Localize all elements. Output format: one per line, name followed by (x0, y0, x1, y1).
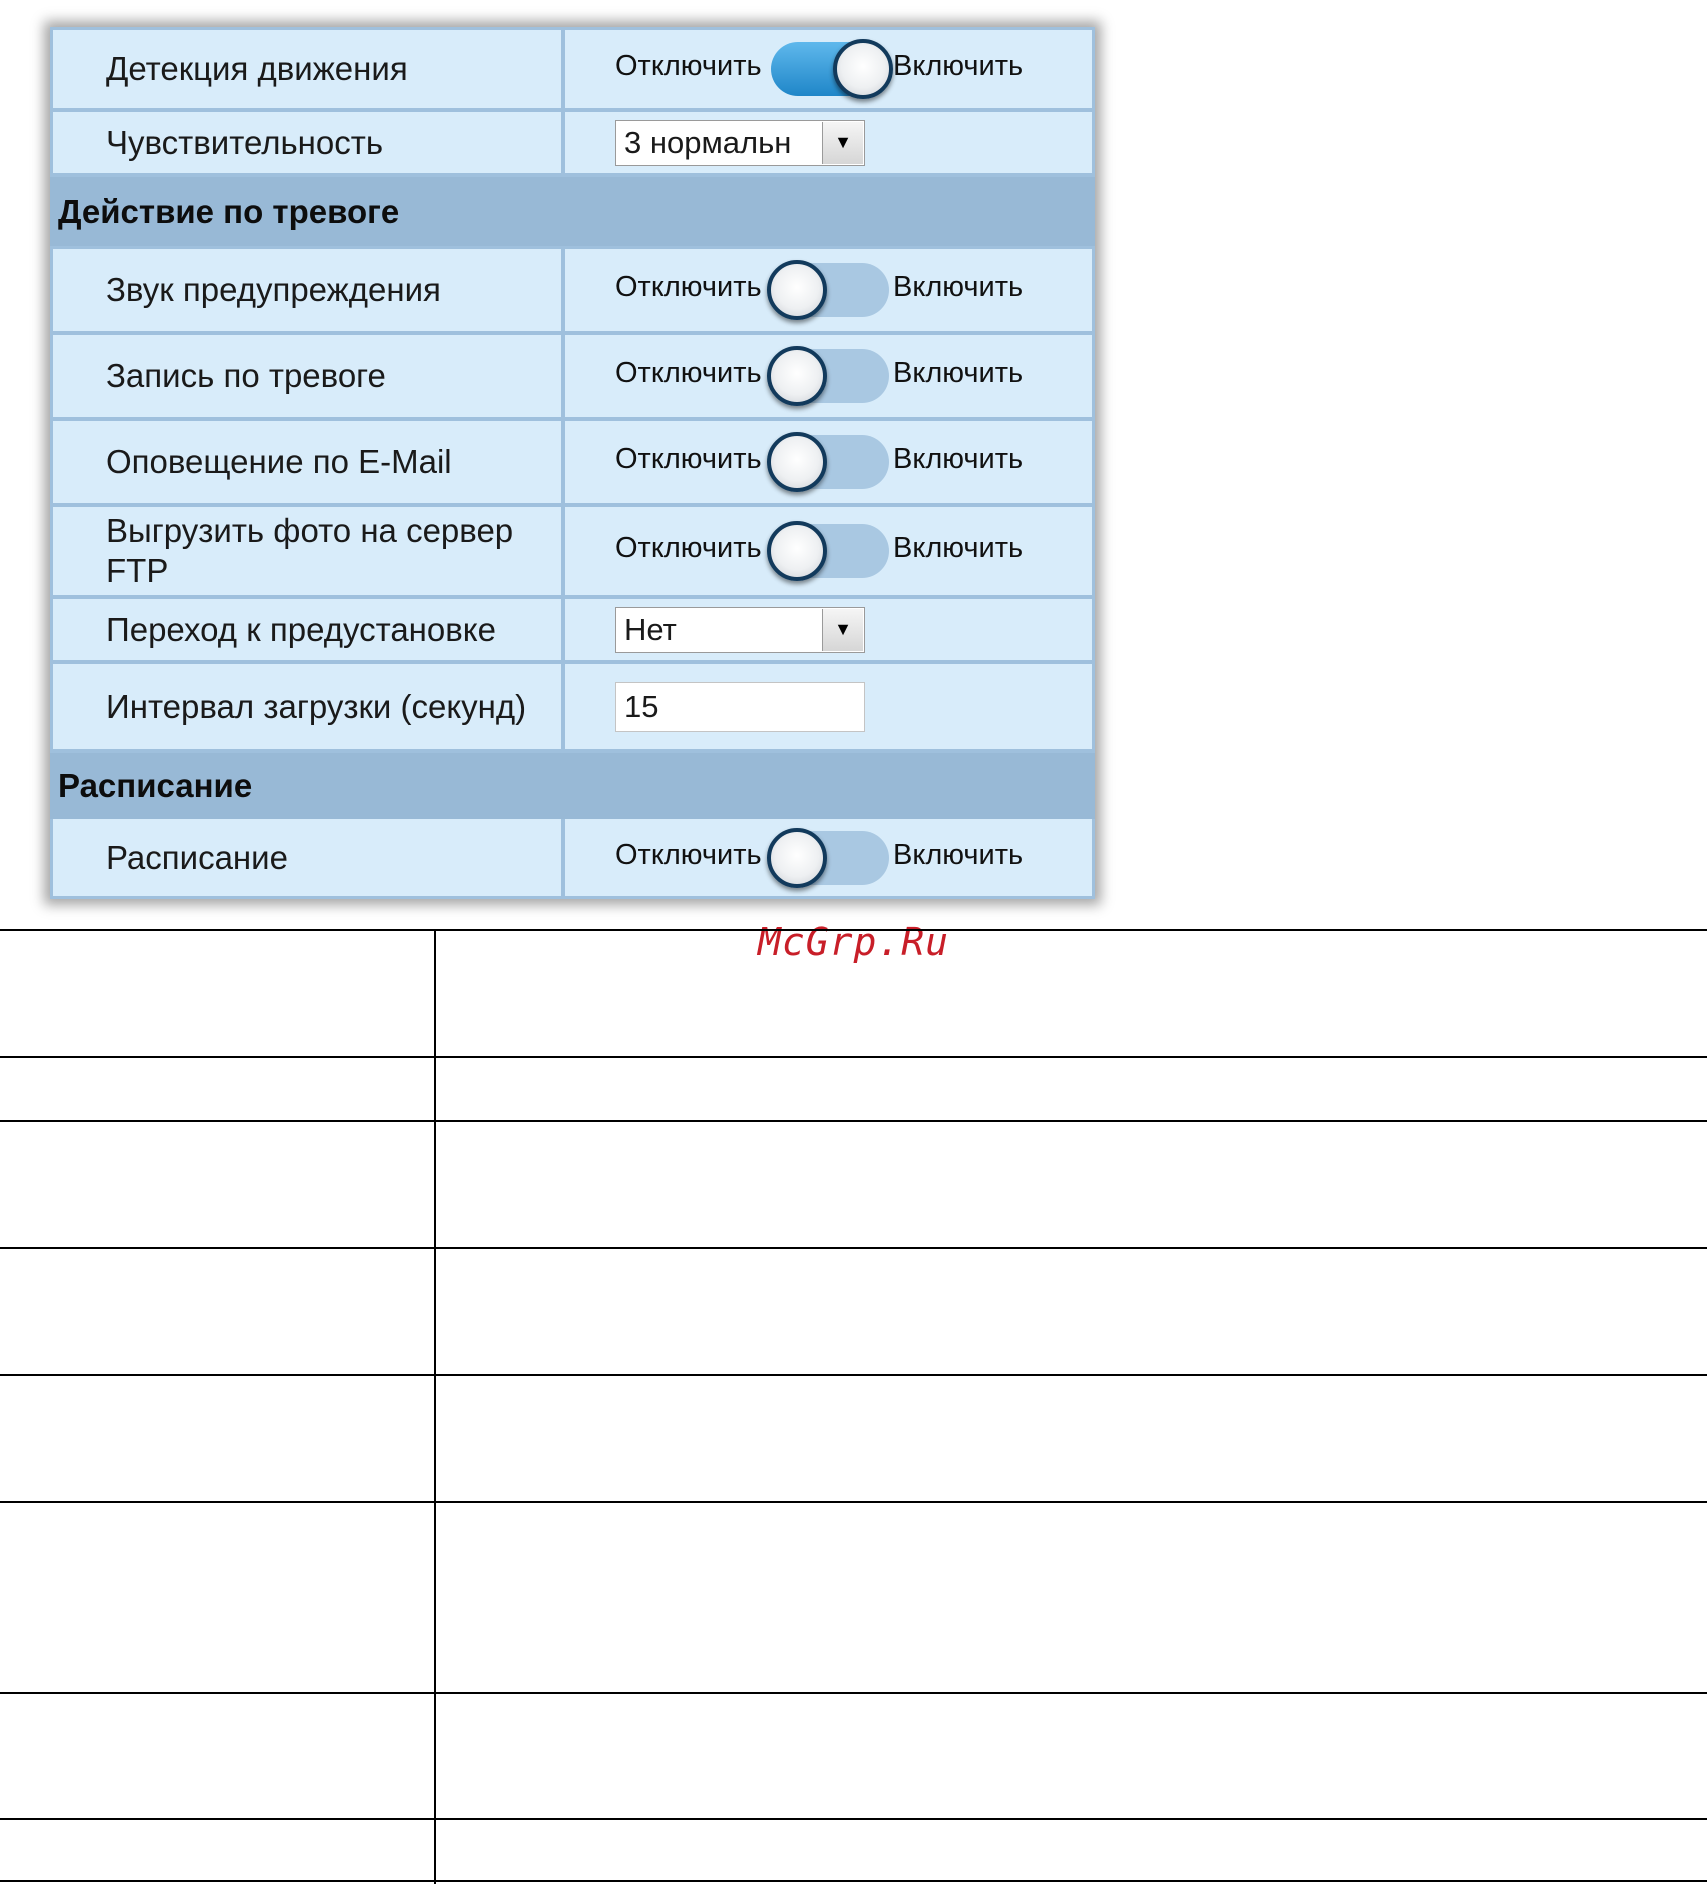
sensitivity-select[interactable]: 3 нормальн ▼ (615, 119, 865, 166)
toggle-on-label[interactable]: Включить (893, 443, 1023, 476)
setting-label: Выгрузить фото на сервер FTP (106, 512, 514, 589)
setting-label: Запись по тревоге (106, 357, 386, 394)
setting-label: Чувствительность (106, 123, 384, 161)
toggle-off-label[interactable]: Отключить (615, 50, 762, 83)
setting-row-upload-interval: Интервал загрузки (секунд) 15 (50, 664, 1095, 749)
setting-row-motion-detection: Детекция движения Отключить Включить (50, 30, 1095, 108)
setting-label: Расписание (106, 838, 288, 876)
section-header-schedule: Расписание (50, 753, 1095, 819)
setting-label: Звук предупреждения (106, 271, 441, 308)
toggle-off-label[interactable]: Отключить (615, 271, 762, 304)
toggle-knob[interactable] (767, 346, 827, 406)
toggle-knob[interactable] (833, 39, 893, 99)
table-row-divider (0, 1501, 1707, 1503)
setting-row-alarm-sound: Звук предупреждения Отключить Включить (50, 249, 1095, 331)
dropdown-arrow-icon[interactable]: ▼ (822, 121, 863, 164)
email-notification-toggle[interactable]: Отключить Включить (615, 432, 1035, 492)
input-value[interactable]: 15 (624, 689, 658, 725)
table-row-divider (0, 1374, 1707, 1376)
setting-row-ftp-upload: Выгрузить фото на сервер FTP Отключить В… (50, 507, 1095, 595)
ftp-upload-toggle[interactable]: Отключить Включить (615, 521, 1035, 581)
preset-select[interactable]: Нет ▼ (615, 606, 865, 653)
setting-label: Детекция движения (106, 50, 408, 87)
toggle-on-label[interactable]: Включить (893, 357, 1023, 390)
toggle-off-label[interactable]: Отключить (615, 443, 762, 476)
motion-detection-toggle[interactable]: Отключить Включить (615, 39, 1035, 99)
section-title: Действие по тревоге (58, 192, 400, 230)
toggle-off-label[interactable]: Отключить (615, 357, 762, 390)
alarm-sound-toggle[interactable]: Отключить Включить (615, 260, 1035, 320)
section-title: Расписание (58, 767, 253, 804)
setting-row-schedule: Расписание Отключить Включить (50, 819, 1095, 896)
setting-label: Оповещение по E-Mail (106, 443, 452, 480)
toggle-on-label[interactable]: Включить (893, 838, 1023, 871)
toggle-knob[interactable] (767, 521, 827, 581)
toggle-off-label[interactable]: Отключить (615, 532, 762, 565)
upload-interval-input[interactable]: 15 (615, 681, 865, 732)
setting-row-email-notification: Оповещение по E-Mail Отключить Включить (50, 421, 1095, 503)
toggle-off-label[interactable]: Отключить (615, 838, 762, 871)
motion-detection-settings-panel: Детекция движения Отключить Включить Чув… (50, 27, 1095, 899)
table-row-divider (0, 929, 1707, 931)
select-value[interactable]: 3 нормальн (624, 125, 824, 161)
setting-label: Интервал загрузки (секунд) (106, 687, 527, 725)
table-row-divider (0, 1056, 1707, 1058)
toggle-on-label[interactable]: Включить (893, 50, 1023, 83)
toggle-knob[interactable] (767, 432, 827, 492)
setting-row-sensitivity: Чувствительность 3 нормальн ▼ (50, 112, 1095, 173)
dropdown-arrow-icon[interactable]: ▼ (822, 608, 863, 651)
table-column-divider (434, 929, 436, 1884)
table-row-divider (0, 1120, 1707, 1122)
toggle-knob[interactable] (767, 827, 827, 888)
setting-row-preset: Переход к предустановке Нет ▼ (50, 599, 1095, 660)
table-row-divider (0, 1818, 1707, 1820)
table-row-divider (0, 1692, 1707, 1694)
select-value[interactable]: Нет (624, 612, 824, 648)
toggle-on-label[interactable]: Включить (893, 271, 1023, 304)
alarm-recording-toggle[interactable]: Отключить Включить (615, 346, 1035, 406)
section-header-alarm-action: Действие по тревоге (50, 177, 1095, 246)
setting-row-alarm-recording: Запись по тревоге Отключить Включить (50, 335, 1095, 417)
toggle-on-label[interactable]: Включить (893, 532, 1023, 565)
empty-description-table (0, 929, 1707, 1884)
table-row-divider (0, 1247, 1707, 1249)
schedule-toggle[interactable]: Отключить Включить (615, 827, 1035, 888)
setting-label: Переход к предустановке (106, 610, 496, 648)
table-row-divider (0, 1880, 1707, 1882)
toggle-knob[interactable] (767, 260, 827, 320)
